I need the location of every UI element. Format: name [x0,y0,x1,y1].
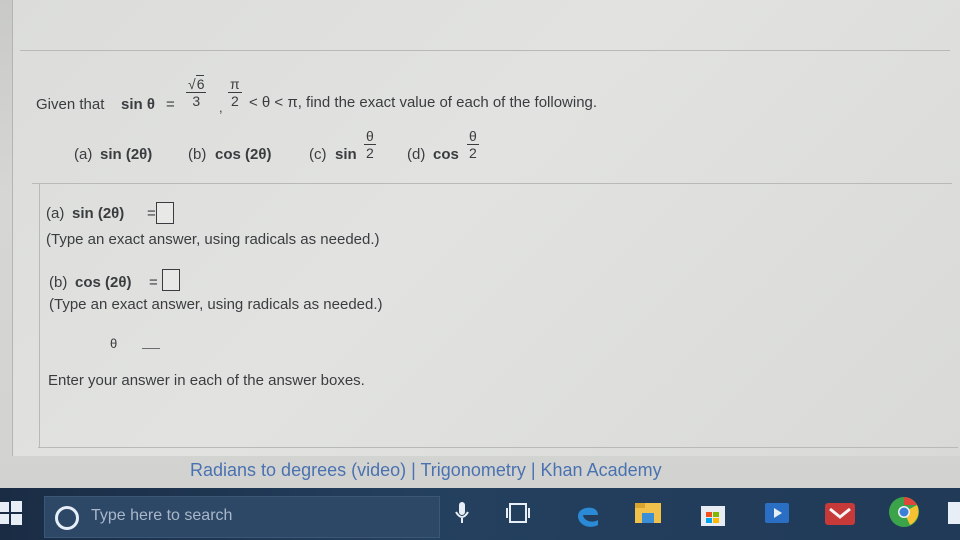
answer-a-input[interactable] [156,202,174,224]
microphone-icon[interactable] [454,500,470,531]
search-placeholder: Type here to search [91,507,233,524]
store-icon[interactable] [700,500,726,533]
answer-b-input[interactable] [162,269,180,291]
part-d-label: cos [433,146,459,163]
answer-a-equals: = [147,205,156,222]
part-d-den: 2 [469,145,477,161]
pi-numerator: π [228,76,242,93]
answer-c-partial-theta: θ [110,336,118,351]
part-c-num: θ [364,128,376,145]
answer-a-hint: (Type an exact answer, using radicals as… [46,231,380,248]
mail-icon[interactable] [824,500,856,533]
screen: Given that sin θ = √6 3 , π 2 < θ < π, f… [0,0,960,488]
task-view-icon[interactable] [506,500,530,531]
given-sin-fraction: √6 3 [186,75,207,109]
given-prefix: Given that [36,96,105,113]
given-equals: = [166,96,175,113]
media-player-icon[interactable] [764,500,790,531]
part-d-prefix: (d) [407,146,426,163]
taskbar-search[interactable]: Type here to search [44,496,440,538]
divider-bottom [38,447,958,448]
sqrt-radicand: 6 [195,75,205,92]
chrome-icon[interactable] [888,496,920,533]
part-a-prefix: (a) [74,146,93,163]
video-link[interactable]: Radians to degrees (video) | Trigonometr… [190,460,662,481]
part-b-prefix: (b) [188,146,207,163]
answer-footer: Enter your answer in each of the answer … [48,372,365,389]
divider-middle [32,183,952,184]
taskbar: Type here to search [0,488,960,540]
taskbar-edge-sliver [948,502,960,524]
part-b-label: cos (2θ) [215,146,272,163]
answer-c-partial-bar [142,348,160,349]
cortana-icon[interactable] [55,506,79,530]
answer-b-hint: (Type an exact answer, using radicals as… [49,296,383,313]
part-d-num: θ [467,128,479,145]
divider-top [20,50,950,51]
windows-start-icon[interactable] [0,500,22,526]
part-d-fraction: θ 2 [467,128,479,161]
given-inequality: < θ < π, find the exact value of each of… [249,94,598,111]
fraction-numerator: √6 [186,75,207,93]
part-c-den: 2 [366,145,374,161]
answer-b-prefix: (b) [49,274,68,291]
part-c-label: sin [335,146,357,163]
edge-icon[interactable] [574,500,602,533]
answer-a-label: sin (2θ) [72,205,125,222]
answer-b-label: cos (2θ) [75,274,132,291]
file-explorer-icon[interactable] [634,500,662,531]
fraction-denominator: 3 [192,93,201,109]
answer-b-equals: = [149,274,158,291]
part-a-label: sin (2θ) [100,146,153,163]
part-c-prefix: (c) [309,146,327,163]
answer-a-prefix: (a) [46,205,65,222]
given-sin-label: sin θ [121,96,155,113]
answer-area-border [39,184,40,447]
part-c-fraction: θ 2 [364,128,376,161]
given-pi-fraction: π 2 [228,76,242,109]
given-comma: , [219,100,223,115]
pi-denominator: 2 [230,93,239,109]
